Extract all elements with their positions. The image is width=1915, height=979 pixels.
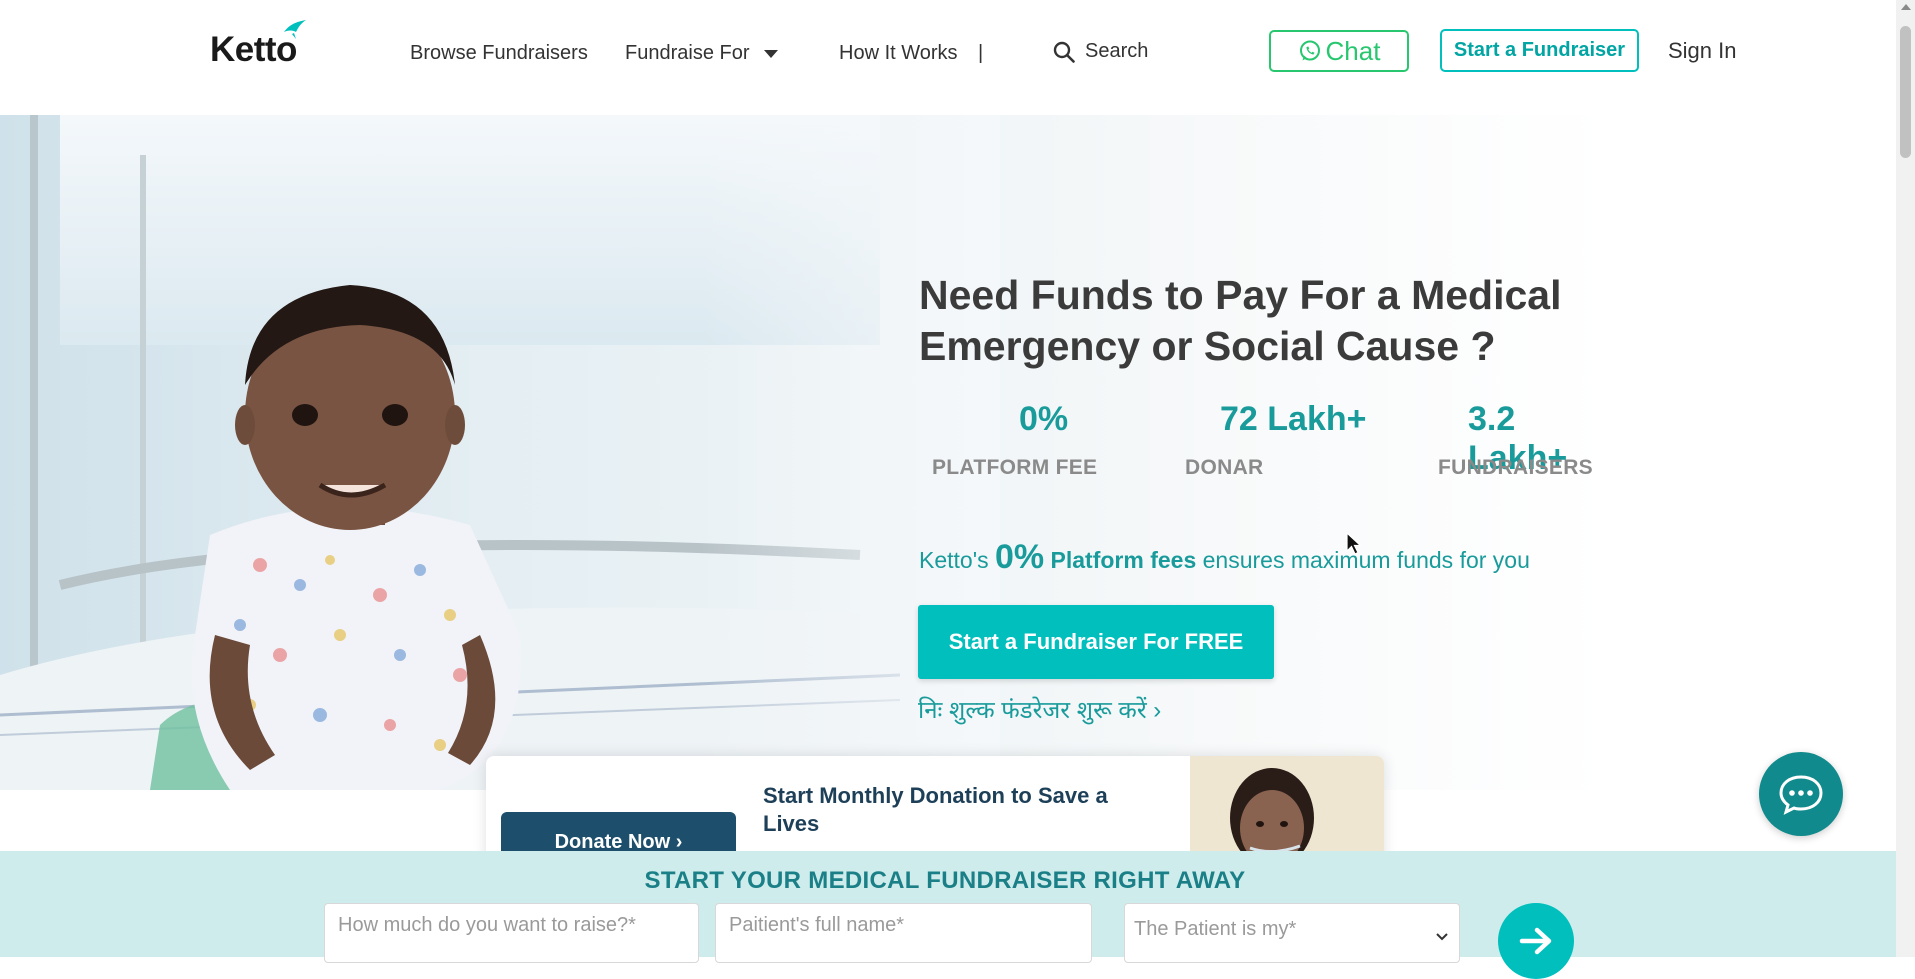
nav-separator: | (978, 42, 984, 64)
start-fundraiser-free-button[interactable]: Start a Fundraiser For FREE (918, 605, 1274, 679)
nav-browse-fundraisers[interactable]: Browse Fundraisers (410, 42, 588, 65)
patient-relation-select[interactable]: The Patient is my* (1124, 903, 1460, 963)
stat-platform-fee-label: PLATFORM FEE (932, 456, 1098, 479)
site-header: Ketto Browse Fundraisers Fundraise For H… (0, 0, 1896, 105)
whatsapp-chat-button[interactable]: Chat (1269, 30, 1409, 72)
hero-section: Need Funds to Pay For a Medical Emergenc… (0, 115, 1610, 790)
search-button[interactable]: Search (1053, 40, 1148, 63)
hindi-free-fundraiser-link[interactable]: निः शुल्क फंडरेजर शुरू करें › (918, 693, 1161, 726)
nav-fundraise-for[interactable]: Fundraise For (625, 42, 778, 65)
search-label: Search (1085, 40, 1149, 62)
fees-suffix: ensures maximum funds for you (1196, 547, 1530, 573)
nav-how-it-works[interactable]: How It Works (839, 42, 958, 65)
medical-fundraiser-form: START YOUR MEDICAL FUNDRAISER RIGHT AWAY… (0, 851, 1896, 979)
stat-platform-fee-value: 0% (1019, 400, 1069, 438)
stat-fundraisers-label: FUNDRAISERS (1438, 456, 1593, 479)
fees-bold: Platform fees (1044, 547, 1197, 573)
monthly-donation-text: Start Monthly Donation to Save a Lives (763, 783, 1108, 836)
caret-down-icon (763, 49, 778, 58)
chat-label: Chat (1325, 35, 1381, 66)
fees-prefix: Ketto's (919, 547, 995, 573)
amount-field-wrapper (324, 903, 699, 963)
medical-form-title: START YOUR MEDICAL FUNDRAISER RIGHT AWAY (644, 867, 1246, 894)
patient-name-field-wrapper (715, 903, 1092, 963)
scroll-up-arrow-icon[interactable] (1901, 4, 1911, 10)
mouse-cursor-icon (1346, 532, 1362, 555)
fees-big: 0% (995, 538, 1045, 576)
whatsapp-icon (1299, 40, 1320, 61)
hero-headline: Need Funds to Pay For a Medical Emergenc… (919, 272, 1562, 369)
platform-fees-tagline: Ketto's 0% Platform fees ensures maximum… (919, 538, 1530, 577)
stat-donar-value: 72 Lakh+ (1220, 400, 1367, 438)
stat-donar-label: DONAR (1185, 456, 1264, 479)
floating-chat-button[interactable] (1759, 752, 1843, 836)
patient-name-input[interactable] (716, 904, 1091, 962)
nav-fundraise-for-label: Fundraise For (625, 42, 750, 64)
arrow-right-icon (1519, 927, 1552, 955)
page-scrollbar[interactable] (1896, 0, 1915, 957)
scroll-thumb[interactable] (1900, 26, 1911, 158)
chat-bubble-icon (1779, 775, 1823, 815)
amount-input[interactable] (325, 904, 698, 962)
search-icon (1053, 41, 1075, 63)
start-fundraiser-header-button[interactable]: Start a Fundraiser (1440, 29, 1639, 72)
logo-bird-icon (284, 20, 306, 39)
sign-in-link[interactable]: Sign In (1668, 38, 1737, 64)
patient-relation-placeholder: The Patient is my* (1134, 918, 1297, 940)
submit-arrow-button[interactable] (1498, 903, 1574, 979)
hero-fade (700, 115, 1000, 790)
chevron-down-icon (1436, 933, 1448, 941)
